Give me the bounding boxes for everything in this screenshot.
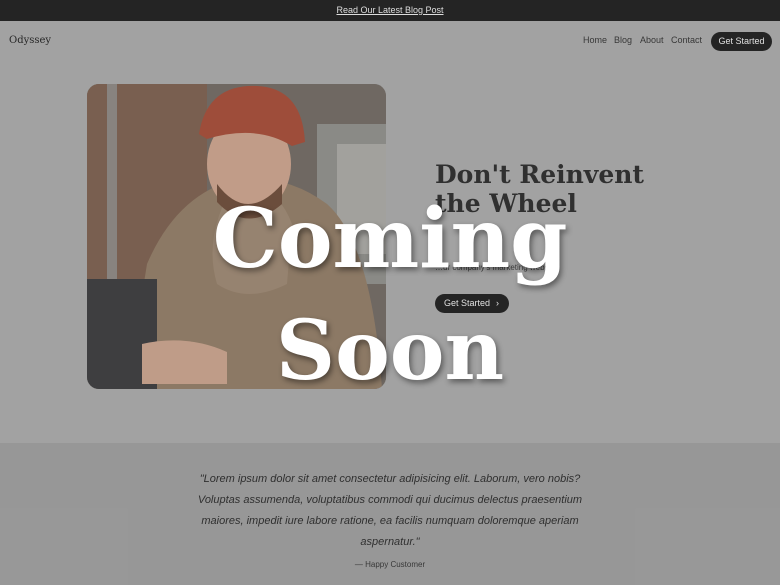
- testimonial-quote: "Lorem ipsum dolor sit amet consectetur …: [197, 473, 583, 548]
- hero-title: Don't Reinvent the Wheel: [435, 160, 644, 218]
- announcement-link[interactable]: Read Our Latest Blog Post: [0, 5, 780, 15]
- nav-blog[interactable]: Blog: [614, 35, 632, 45]
- hero-cta-label: Get Started: [444, 298, 491, 308]
- hero-subtitle: …ur company's marketing website.: [435, 263, 560, 272]
- announcement-bar: Read Our Latest Blog Post: [0, 0, 780, 21]
- hero-image: [87, 84, 386, 389]
- main-nav: Home Blog About Contact Get Started: [0, 32, 780, 51]
- nav-contact[interactable]: Contact: [671, 35, 702, 45]
- header-get-started-button[interactable]: Get Started: [711, 32, 772, 51]
- hero-get-started-button[interactable]: Get Started ›: [435, 294, 509, 313]
- chevron-right-icon: ›: [496, 298, 499, 308]
- site-header: Odyssey Home Blog About Contact Get Star…: [0, 21, 780, 61]
- nav-about[interactable]: About: [640, 35, 664, 45]
- nav-home[interactable]: Home: [583, 35, 607, 45]
- testimonial-author: — Happy Customer: [354, 560, 426, 569]
- testimonial-section: "Lorem ipsum dolor sit amet consectetur …: [0, 443, 780, 585]
